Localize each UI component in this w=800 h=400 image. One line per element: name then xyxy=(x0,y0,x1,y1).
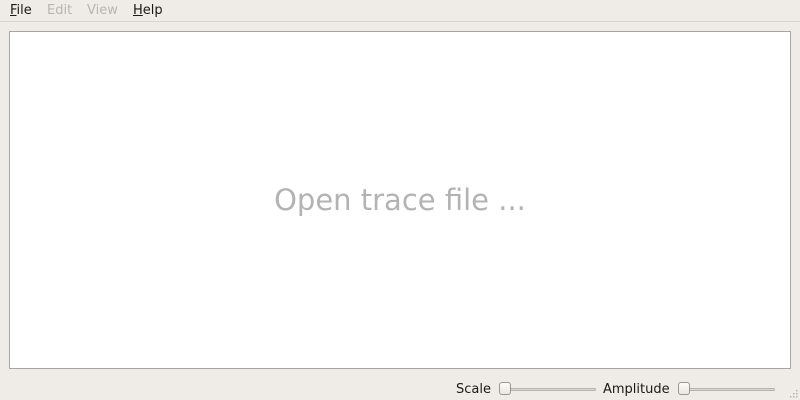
menu-help-label: elp xyxy=(142,3,163,18)
scale-slider-track[interactable] xyxy=(499,388,596,391)
menu-edit[interactable]: Edit xyxy=(47,3,72,19)
menu-bar: File Edit View Help xyxy=(0,0,800,22)
bottom-controls: Scale Amplitude xyxy=(0,376,800,400)
menu-view-label: iew xyxy=(95,3,118,18)
open-trace-placeholder[interactable]: Open trace file ... xyxy=(10,182,790,218)
scale-label: Scale xyxy=(456,382,491,397)
menu-help[interactable]: Help xyxy=(133,3,163,19)
menu-file-label: ile xyxy=(16,3,32,18)
resize-grip-icon[interactable] xyxy=(789,389,798,398)
trace-canvas[interactable]: Open trace file ... xyxy=(9,31,791,369)
menu-edit-label: dit xyxy=(55,3,73,18)
amplitude-slider-handle[interactable] xyxy=(678,382,690,395)
menu-help-mnemonic: H xyxy=(133,3,143,18)
scale-slider-handle[interactable] xyxy=(499,382,511,395)
menu-view-mnemonic: V xyxy=(87,3,96,18)
menu-view[interactable]: View xyxy=(87,3,118,19)
menu-file[interactable]: File xyxy=(10,3,32,19)
amplitude-label: Amplitude xyxy=(603,382,670,397)
amplitude-slider-track[interactable] xyxy=(678,388,775,391)
menu-edit-mnemonic: E xyxy=(47,3,56,18)
